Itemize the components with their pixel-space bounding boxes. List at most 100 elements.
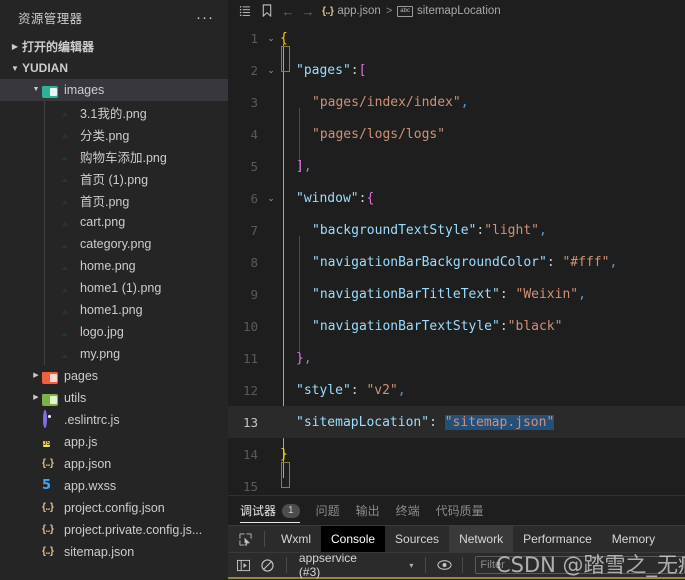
- folder-green-icon: [42, 393, 58, 406]
- section-open-editors-label: 打开的编辑器: [22, 39, 95, 54]
- console-sidebar-icon[interactable]: [232, 555, 256, 575]
- code-line[interactable]: 15: [228, 470, 685, 495]
- code-text: "sitemapLocation": "sitemap.json": [280, 414, 555, 430]
- tree-item[interactable]: 购物车添加.png: [0, 145, 228, 167]
- code-line[interactable]: 2 ⌄ "pages":[: [228, 54, 685, 86]
- code-editor[interactable]: 1 ⌄{2 ⌄ "pages":[3 "pages/index/index", 4 "pag…: [228, 22, 685, 495]
- code-token: "sitemapLocation": [296, 414, 430, 430]
- section-workspace-yudian[interactable]: ▼ YUDIAN: [0, 57, 228, 79]
- panel-tab[interactable]: 调试器 1: [240, 496, 300, 525]
- tree-item[interactable]: home1 (1).png: [0, 277, 228, 299]
- code-text: }: [280, 447, 288, 462]
- breadcrumb-item-symbol[interactable]: abc sitemapLocation: [397, 5, 501, 17]
- code-line[interactable]: 12 "style": "v2",: [228, 374, 685, 406]
- bookmark-icon[interactable]: [256, 0, 278, 22]
- panel-tab[interactable]: 输出: [356, 496, 380, 525]
- tree-item[interactable]: {..} project.config.json: [0, 497, 228, 519]
- image-file-icon: [58, 346, 74, 362]
- navigate-forward-icon[interactable]: →: [298, 4, 318, 19]
- devtools-tab[interactable]: Network: [449, 525, 514, 553]
- folder-orange-icon: [42, 371, 58, 384]
- devtools-tab[interactable]: Wxml: [271, 526, 321, 553]
- tree-item-label: 购物车添加.png: [80, 150, 167, 165]
- tree-item[interactable]: ▼ images: [0, 79, 228, 101]
- fold-chevron-down-icon[interactable]: ⌄: [262, 65, 280, 76]
- tree-item[interactable]: my.png: [0, 343, 228, 365]
- code-line[interactable]: 14}: [228, 438, 685, 470]
- code-token: "window": [296, 190, 359, 206]
- outline-list-icon[interactable]: [234, 0, 256, 22]
- tree-item[interactable]: cart.png: [0, 211, 228, 233]
- clear-console-icon[interactable]: [256, 555, 280, 575]
- devtools-tab[interactable]: Memory: [602, 526, 665, 553]
- code-line[interactable]: 3 "pages/index/index",: [228, 86, 685, 118]
- tree-item[interactable]: ▶ pages: [0, 365, 228, 387]
- js-file-icon: JS: [43, 441, 51, 447]
- navigate-back-icon[interactable]: ←: [278, 4, 298, 19]
- tree-item[interactable]: {..} app.json: [0, 453, 228, 475]
- chevron-right-icon[interactable]: ▶: [30, 387, 42, 409]
- tree-item[interactable]: 分类.png: [0, 123, 228, 145]
- code-line[interactable]: 1 ⌄{: [228, 22, 685, 54]
- explorer-header: 资源管理器 ···: [0, 0, 228, 35]
- chevron-down-icon[interactable]: ▼: [30, 79, 42, 101]
- code-token: :: [499, 318, 508, 334]
- tree-indent-guide: [44, 101, 45, 365]
- chevron-right-icon[interactable]: ▶: [30, 365, 42, 387]
- breadcrumb-item-file[interactable]: {..} app.json: [322, 5, 381, 17]
- tree-item[interactable]: 5 app.wxss: [0, 475, 228, 497]
- console-context-select[interactable]: appservice (#3) ▾: [293, 551, 420, 579]
- code-token: ,: [609, 254, 618, 270]
- code-line[interactable]: 5],: [228, 150, 685, 182]
- code-token: "pages": [296, 62, 351, 78]
- section-open-editors[interactable]: ▶ 打开的编辑器: [0, 35, 228, 57]
- tree-item[interactable]: home.png: [0, 255, 228, 277]
- inspect-element-icon[interactable]: [232, 529, 258, 549]
- panel-tab[interactable]: 问题: [316, 496, 340, 525]
- fold-chevron-down-icon[interactable]: ⌄: [262, 193, 280, 204]
- tree-item[interactable]: .eslintrc.js: [0, 409, 228, 431]
- console-filter-input[interactable]: Filter: [475, 556, 685, 574]
- code-line[interactable]: 8 "navigationBarBackgroundColor": "#fff",: [228, 246, 685, 278]
- tree-item[interactable]: ▶ utils: [0, 387, 228, 409]
- tree-item[interactable]: 首页 (1).png: [0, 167, 228, 189]
- code-line[interactable]: 9 "navigationBarTitleText": "Weixin",: [228, 278, 685, 310]
- code-text: "window":{: [280, 191, 374, 206]
- code-line[interactable]: 4 "pages/logs/logs": [228, 118, 685, 150]
- tree-item[interactable]: home1.png: [0, 299, 228, 321]
- section-workspace-label: YUDIAN: [22, 61, 69, 75]
- devtools-tab[interactable]: Console: [321, 525, 386, 553]
- more-actions-icon[interactable]: ···: [190, 10, 220, 25]
- divider: [285, 557, 287, 573]
- tree-item[interactable]: category.png: [0, 233, 228, 255]
- code-line[interactable]: 10 "navigationBarTextStyle":"black": [228, 310, 685, 342]
- panel-tab[interactable]: 代码质量: [436, 496, 484, 525]
- fold-chevron-down-icon[interactable]: ⌄: [262, 33, 280, 44]
- panel-tab[interactable]: 终端: [396, 496, 420, 525]
- devtools-tab[interactable]: Sources: [385, 526, 449, 553]
- code-line[interactable]: 13 "sitemapLocation": "sitemap.json": [228, 406, 685, 438]
- chevron-down-icon: ▾: [409, 560, 414, 570]
- line-number: 13: [242, 414, 258, 430]
- code-line[interactable]: 11},: [228, 342, 685, 374]
- code-line[interactable]: 6 ⌄ "window":{: [228, 182, 685, 214]
- code-line[interactable]: 7 "backgroundTextStyle":"light",: [228, 214, 685, 246]
- image-file-icon: [58, 280, 74, 296]
- code-token: :: [499, 286, 516, 302]
- code-token: "sitemap.json": [444, 414, 555, 430]
- code-token: :: [350, 62, 359, 78]
- tree-item[interactable]: 首页.png: [0, 189, 228, 211]
- divider: [462, 557, 464, 573]
- tree-item[interactable]: JS app.js: [0, 431, 228, 453]
- code-token: {: [280, 30, 288, 46]
- live-expression-icon[interactable]: [432, 555, 456, 575]
- devtools-tab[interactable]: Performance: [513, 526, 602, 553]
- editor-scrollbar[interactable]: [675, 22, 685, 495]
- tree-item[interactable]: logo.jpg: [0, 321, 228, 343]
- code-token: "style": [296, 382, 351, 398]
- code-token: "light": [484, 222, 539, 238]
- tree-item[interactable]: {..} sitemap.json: [0, 541, 228, 563]
- tree-item[interactable]: 3.1我的.png: [0, 101, 228, 123]
- tree-item[interactable]: {..} project.private.config.js...: [0, 519, 228, 541]
- tree-item-label: 3.1我的.png: [80, 106, 147, 121]
